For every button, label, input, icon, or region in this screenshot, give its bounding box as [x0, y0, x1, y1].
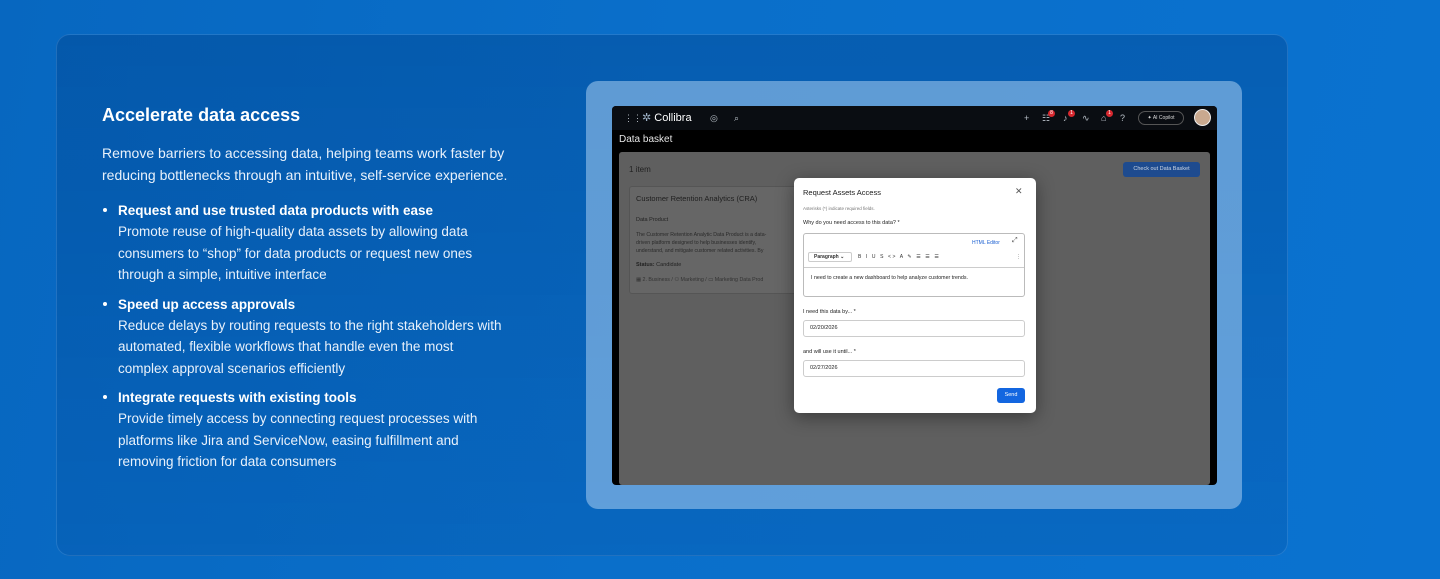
item-type: Data Product [636, 217, 669, 223]
page-title: Data basket [619, 134, 673, 145]
bullet-line: consumers to “shop” for data products or… [118, 245, 473, 261]
domain-icon: ▦ [636, 277, 642, 283]
feature-text: Accelerate data access Remove barriers t… [102, 104, 542, 481]
bullet-line: Reduce delays by routing requests to the… [118, 317, 502, 333]
help-icon[interactable]: ? [1120, 106, 1125, 130]
item-name[interactable]: Customer Retention Analytics (CRA) [636, 194, 757, 203]
folder-icon: ▭ [708, 277, 714, 283]
bullet-title: Request and use trusted data products wi… [118, 203, 434, 218]
bullet-line: Provide timely access by connecting requ… [118, 411, 478, 426]
list-item: Integrate requests with existing tools P… [102, 387, 542, 473]
checkout-button[interactable]: Check out Data Basket [1123, 162, 1200, 177]
dialog-title: Request Assets Access [803, 188, 881, 197]
format-tools[interactable]: B I U S <> A ✎ ☰ ☰ ☰ [858, 252, 940, 262]
item-count: 1 item [629, 165, 651, 174]
bullet-line: through a simple, intuitive interface [118, 267, 327, 282]
bullet-line: removing friction for data consumers [118, 454, 337, 469]
need-by-label: I need this data by... * [803, 309, 856, 315]
community-icon: ⚇ [674, 277, 680, 283]
bullet-line: automated, flexible workflows that handl… [118, 339, 454, 354]
rich-text-editor: HTML Editor ⤢ Paragraph ⌄ B I U S <> A ✎… [803, 233, 1025, 297]
grid-menu-icon[interactable]: ⋮⋮ [624, 106, 642, 130]
section-title: Accelerate data access [102, 105, 301, 125]
reason-label: Why do you need access to this data? * [803, 220, 900, 226]
bullet-title: Speed up access approvals [118, 296, 296, 312]
reason-text[interactable]: I need to create a new dashboard to help… [804, 267, 1024, 297]
basket-badge: 1 [1106, 110, 1113, 117]
breadcrumb-item[interactable]: Marketing [681, 277, 704, 283]
breadcrumb-item[interactable]: Marketing Data Prod [715, 277, 764, 283]
expand-icon[interactable]: ⤢ [1012, 237, 1018, 245]
logo-icon: ✲ [642, 112, 652, 124]
brand-name: Collibra [654, 112, 692, 124]
request-access-dialog: Request Assets Access ✕ Asterisks (*) in… [794, 178, 1036, 413]
paragraph-label: Paragraph [814, 254, 839, 260]
send-button[interactable]: Send [997, 388, 1025, 403]
editor-toolbar: Paragraph ⌄ B I U S <> A ✎ ☰ ☰ ☰ ⋮ [808, 252, 1021, 262]
paragraph-select[interactable]: Paragraph ⌄ [808, 252, 852, 262]
brand-logo[interactable]: ✲ Collibra [642, 111, 692, 125]
add-icon[interactable]: + [1024, 106, 1029, 130]
search-icon[interactable]: ⌕ [734, 106, 739, 130]
bullet-title: Integrate requests with existing tools [118, 390, 357, 405]
bullet-line: complex approval scenarios efficiently [118, 360, 346, 376]
need-by-date-input[interactable]: 02/20/2026 [803, 320, 1025, 337]
bell-badge: 1 [1068, 110, 1075, 117]
avatar[interactable] [1194, 109, 1211, 126]
status-label: Status: [636, 262, 655, 268]
use-until-date-input[interactable]: 02/27/2026 [803, 360, 1025, 377]
bullet-line: Promote reuse of high-quality data asset… [118, 224, 468, 239]
html-editor-link[interactable]: HTML Editor [972, 240, 1000, 246]
required-note: Asterisks (*) indicate required fields. [803, 206, 875, 211]
section-intro: Remove barriers to accessing data, helpi… [102, 145, 508, 183]
breadcrumb-item[interactable]: 2. Business [643, 277, 670, 283]
compass-icon[interactable]: ◎ [710, 106, 718, 130]
breadcrumb: ▦ 2. Business / ⚇ Marketing / ▭ Marketin… [636, 277, 764, 283]
copilot-label: AI Copilot [1152, 115, 1175, 121]
top-bar: ⋮⋮ ✲ Collibra ◎ ⌕ + ☷ 8 ♪ 1 ∿ ⌂ 1 ? ✦ AI… [612, 106, 1217, 130]
ai-copilot-button[interactable]: ✦ AI Copilot [1138, 111, 1184, 125]
basket-icon[interactable]: ⌂ [1101, 106, 1106, 130]
feature-list: Request and use trusted data products wi… [102, 200, 542, 473]
chevron-down-icon: ⌄ [840, 254, 845, 260]
list-item: Speed up access approvals Reduce delays … [102, 294, 542, 380]
close-icon[interactable]: ✕ [1015, 187, 1023, 196]
item-status: Status: Candidate [636, 262, 681, 268]
activity-icon[interactable]: ∿ [1082, 106, 1090, 130]
bell-icon[interactable]: ♪ [1063, 106, 1068, 130]
list-item: Request and use trusted data products wi… [102, 200, 542, 286]
more-icon[interactable]: ⋮ [1016, 252, 1021, 262]
bullet-line: platforms like Jira and ServiceNow, easi… [118, 432, 459, 448]
use-until-label: and will use it until... * [803, 349, 856, 355]
sparkle-icon: ✦ [1147, 115, 1152, 121]
status-value: Candidate [656, 262, 682, 268]
tasks-badge: 8 [1048, 110, 1055, 117]
